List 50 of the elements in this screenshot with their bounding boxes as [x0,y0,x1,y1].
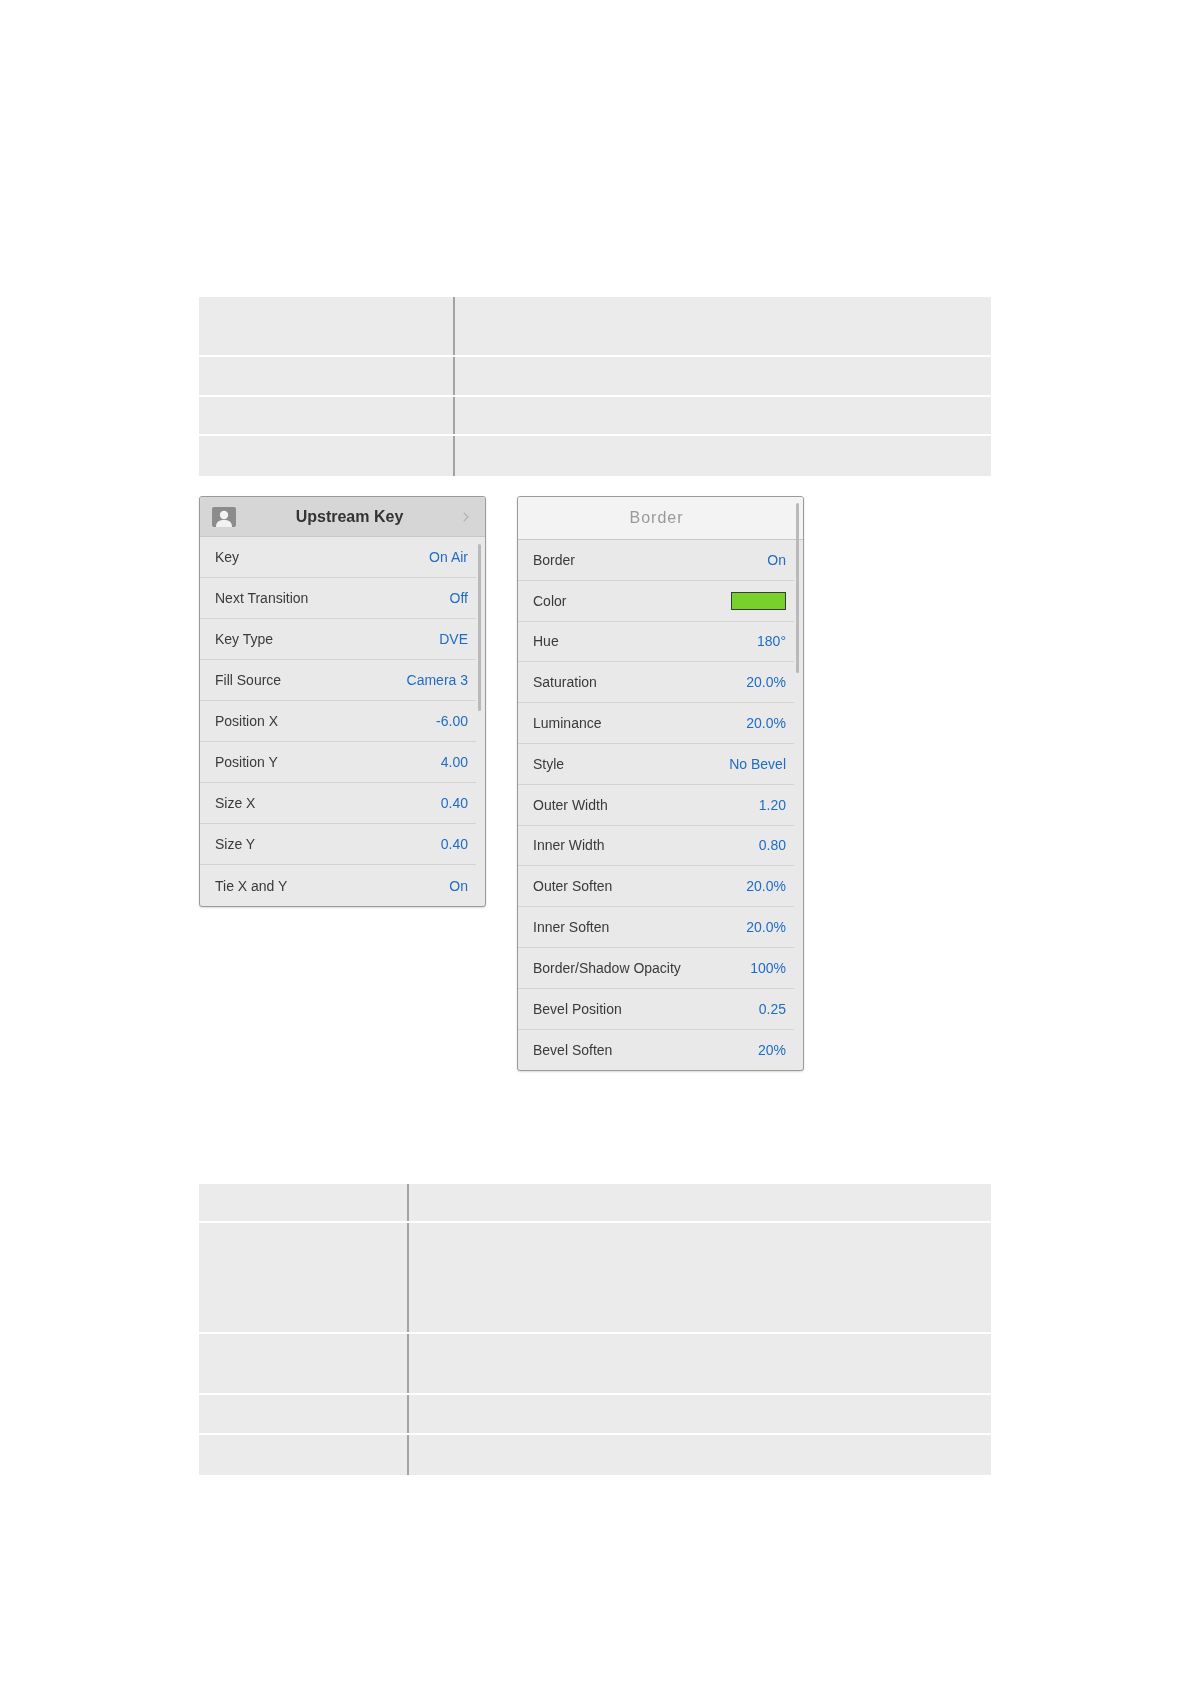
panel-title: Border [629,509,684,527]
setting-value[interactable]: On [449,877,468,894]
setting-label: Luminance [533,715,602,732]
setting-label: Outer Soften [533,878,613,895]
setting-label: Size Y [215,836,256,852]
scrollbar-thumb[interactable] [796,503,799,673]
chevron-icon[interactable] [463,511,469,522]
setting-label: Bevel Position [533,1000,622,1017]
setting-value[interactable]: 0.40 [440,795,468,811]
setting-label: Size X [215,795,256,811]
setting-value[interactable]: 100% [750,959,786,976]
person-icon [212,506,236,527]
setting-label: Tie X and Y [215,877,288,894]
setting-value[interactable]: 20% [757,1041,786,1058]
setting-label: Inner Width [533,837,605,854]
setting-value[interactable]: On Air [429,549,468,565]
setting-value[interactable]: 20.0% [746,674,786,691]
color-swatch-icon[interactable] [731,591,786,610]
setting-label: Color [533,592,567,609]
setting-value[interactable]: No Bevel [729,755,786,772]
setting-value[interactable]: 20.0% [746,919,786,936]
scrollbar-thumb[interactable] [478,544,481,711]
setting-value[interactable]: 1.20 [758,796,786,813]
setting-label: Saturation [533,674,597,691]
setting-label: Fill Source [215,672,282,688]
setting-label: Next Transition [215,590,309,606]
setting-label: Outer Width [533,796,608,813]
setting-value[interactable]: Off [449,590,468,606]
setting-value[interactable]: 20.0% [746,878,786,895]
setting-value[interactable]: 0.25 [758,1000,786,1017]
setting-value[interactable]: 4.00 [440,754,468,770]
setting-label: Style [533,755,565,772]
setting-label: Bevel Soften [533,1041,613,1058]
setting-value[interactable]: 0.80 [758,837,786,854]
setting-value[interactable]: 20.0% [746,715,786,732]
setting-label: Key [215,549,240,565]
setting-value[interactable]: DVE [439,631,468,647]
setting-value[interactable]: 0.40 [440,836,468,852]
setting-label: Hue [533,633,559,650]
setting-value[interactable]: On [767,551,786,568]
setting-value[interactable]: Camera 3 [406,672,468,688]
panel-title: Upstream Key [294,507,405,526]
setting-label: Position Y [215,754,278,770]
setting-value[interactable]: -6.00 [436,713,468,729]
setting-label: Position X [215,713,279,729]
setting-value[interactable]: 180° [757,633,786,650]
setting-label: Key Type [215,631,274,647]
setting-label: Border/Shadow Opacity [533,959,681,976]
setting-label: Inner Soften [533,919,610,936]
setting-label: Border [533,551,576,568]
